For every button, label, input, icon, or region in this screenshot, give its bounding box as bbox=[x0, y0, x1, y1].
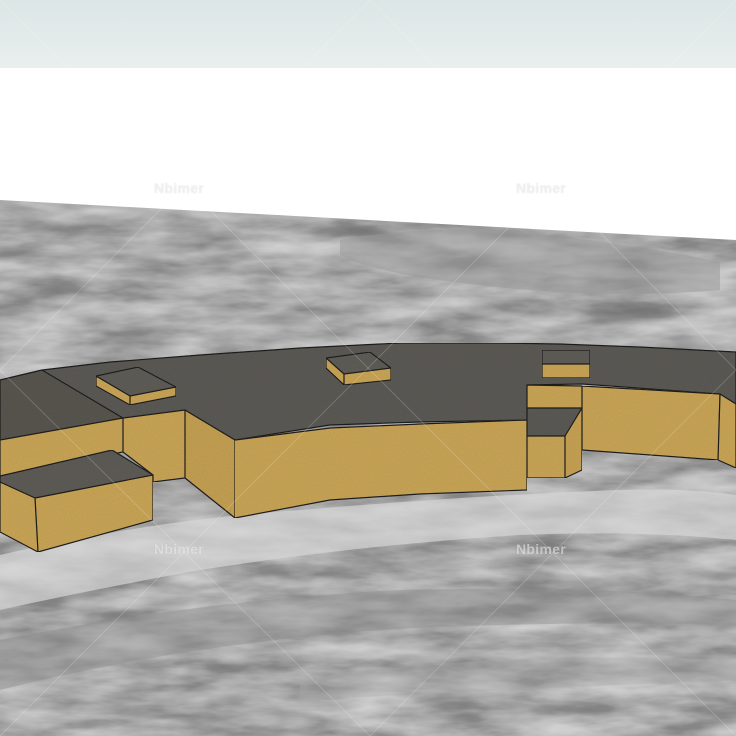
watermark-label: Nbimer bbox=[516, 541, 567, 557]
watermark-label: Nbimer bbox=[154, 541, 205, 557]
watermark-label: Nbimer bbox=[154, 180, 205, 196]
sky-band bbox=[0, 0, 736, 68]
model-viewport bbox=[0, 0, 736, 736]
watermark-label: Nbimer bbox=[516, 180, 567, 196]
